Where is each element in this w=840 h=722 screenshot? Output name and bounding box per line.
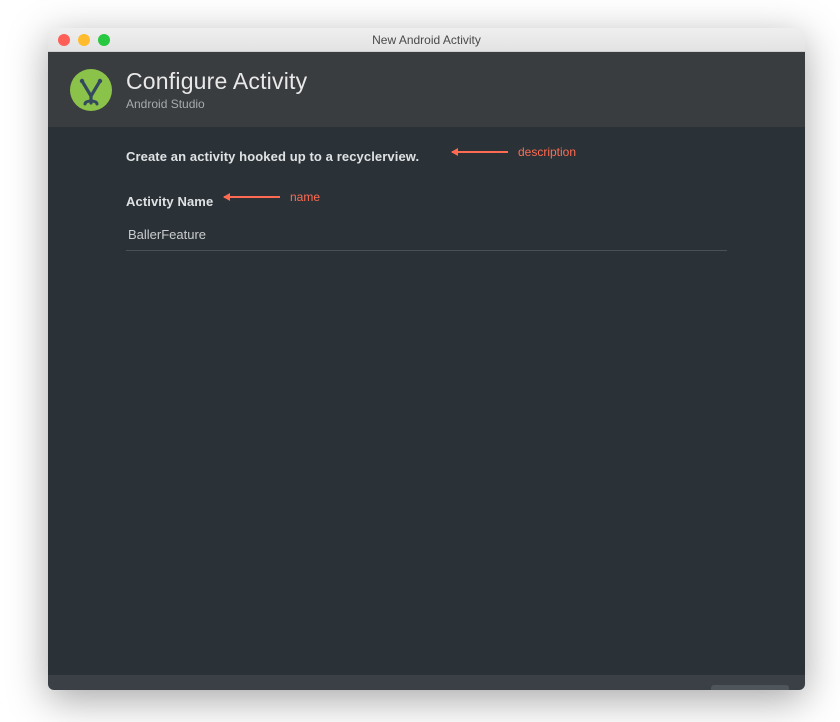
titlebar: New Android Activity [48, 28, 805, 52]
window-title: New Android Activity [48, 33, 805, 47]
activity-name-label: Activity Name [126, 194, 727, 209]
dialog-subtitle: Android Studio [126, 97, 307, 111]
dialog-content: Create an activity hooked up to a recycl… [48, 127, 805, 675]
arrow-icon [452, 151, 508, 153]
annotation-name: name [224, 190, 320, 204]
activity-name-input[interactable] [126, 219, 727, 251]
dialog-footer: Cancel Previous Next Finish [48, 675, 805, 690]
cancel-button[interactable]: Cancel [459, 685, 537, 690]
annotation-label: name [290, 190, 320, 204]
previous-button: Previous [543, 685, 621, 690]
finish-button[interactable]: Finish [711, 685, 789, 690]
header-text: Configure Activity Android Studio [126, 68, 307, 111]
dialog-header: Configure Activity Android Studio [48, 52, 805, 127]
next-button: Next [627, 685, 705, 690]
dialog-title: Configure Activity [126, 68, 307, 95]
arrow-icon [224, 196, 280, 198]
dialog-window: New Android Activity Configure Activity … [48, 28, 805, 690]
annotation-description: description [452, 145, 576, 159]
activity-description: Create an activity hooked up to a recycl… [126, 149, 727, 164]
android-studio-icon [70, 69, 112, 111]
annotation-label: description [518, 145, 576, 159]
